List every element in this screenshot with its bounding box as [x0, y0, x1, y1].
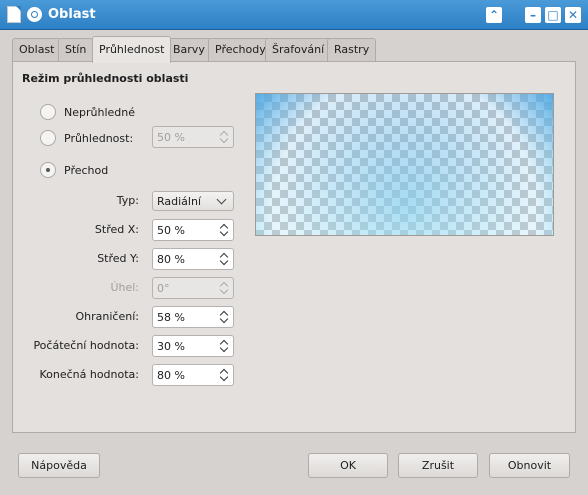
radio-transparency-row[interactable]: Průhlednost:	[40, 130, 133, 146]
transparency-spinbox: 50 %	[152, 126, 234, 148]
radio-opaque[interactable]	[40, 104, 56, 120]
tab-pruhlednost[interactable]: Průhlednost	[92, 36, 172, 63]
center-y-label: Střed Y:	[97, 252, 139, 265]
transparency-panel: Režim průhlednosti oblasti Neprůhledné P…	[12, 61, 576, 433]
spin-arrows-icon[interactable]	[220, 338, 229, 354]
center-x-value: 50 %	[157, 224, 185, 237]
tab-rastry[interactable]: Rastry	[327, 38, 377, 62]
spin-arrows-icon[interactable]	[220, 222, 229, 238]
type-dropdown[interactable]: Radiální	[152, 191, 234, 211]
section-title: Režim průhlednosti oblasti	[22, 72, 189, 85]
center-y-spinbox[interactable]: 80 %	[152, 248, 234, 270]
border-value: 58 %	[157, 311, 185, 324]
minimize-icon[interactable]: –	[525, 7, 541, 23]
tab-prechody[interactable]: Přechody	[208, 38, 273, 62]
end-value-spinbox[interactable]: 80 %	[152, 364, 234, 386]
gradient-fill	[256, 94, 553, 235]
angle-spinbox: 0°	[152, 277, 234, 299]
radio-gradient[interactable]	[40, 162, 56, 178]
border-spinbox[interactable]: 58 %	[152, 306, 234, 328]
start-value-value: 30 %	[157, 340, 185, 353]
help-button[interactable]: Nápověda	[18, 453, 100, 478]
transparency-preview	[255, 93, 554, 236]
menu-icon[interactable]	[27, 7, 42, 22]
spin-arrows-icon	[220, 129, 229, 145]
radio-transparency-label: Průhlednost:	[64, 131, 134, 145]
radio-opaque-label: Neprůhledné	[64, 105, 135, 119]
radio-transparency[interactable]	[40, 130, 56, 146]
tab-stin[interactable]: Stín	[58, 38, 94, 62]
center-y-value: 80 %	[157, 253, 185, 266]
title-bar: Oblast ⌃ – □ ✕	[0, 0, 588, 30]
chevron-down-icon	[216, 194, 227, 205]
maximize-icon[interactable]: □	[545, 7, 561, 23]
close-icon[interactable]: ✕	[565, 7, 581, 23]
ok-button[interactable]: OK	[308, 453, 388, 478]
window-title: Oblast	[48, 7, 96, 22]
transparency-value: 50 %	[157, 131, 185, 144]
spin-arrows-icon[interactable]	[220, 251, 229, 267]
type-value: Radiální	[157, 195, 202, 208]
start-value-label: Počáteční hodnota:	[33, 339, 139, 352]
start-value-spinbox[interactable]: 30 %	[152, 335, 234, 357]
radio-gradient-label: Přechod	[64, 163, 109, 177]
document-icon	[7, 6, 21, 23]
center-x-label: Střed X:	[94, 223, 139, 236]
center-x-spinbox[interactable]: 50 %	[152, 219, 234, 241]
spin-arrows-icon[interactable]	[220, 367, 229, 383]
radio-opaque-row[interactable]: Neprůhledné	[40, 104, 135, 120]
spin-arrows-icon	[220, 280, 229, 296]
angle-value: 0°	[157, 282, 170, 295]
end-value-value: 80 %	[157, 369, 185, 382]
spin-arrows-icon[interactable]	[220, 309, 229, 325]
cancel-button[interactable]: Zrušit	[398, 453, 478, 478]
border-label: Ohraničení:	[75, 310, 139, 323]
tab-srafovani[interactable]: Šrafování	[265, 38, 332, 62]
tab-barvy[interactable]: Barvy	[166, 38, 212, 62]
angle-label: Úhel:	[110, 281, 139, 294]
radio-gradient-row[interactable]: Přechod	[40, 162, 108, 178]
end-value-label: Konečná hodnota:	[39, 368, 139, 381]
type-label: Typ:	[116, 194, 139, 207]
tab-oblast[interactable]: Oblast	[12, 38, 62, 62]
reset-button[interactable]: Obnovit	[489, 453, 570, 478]
keep-above-icon[interactable]: ⌃	[486, 7, 502, 23]
